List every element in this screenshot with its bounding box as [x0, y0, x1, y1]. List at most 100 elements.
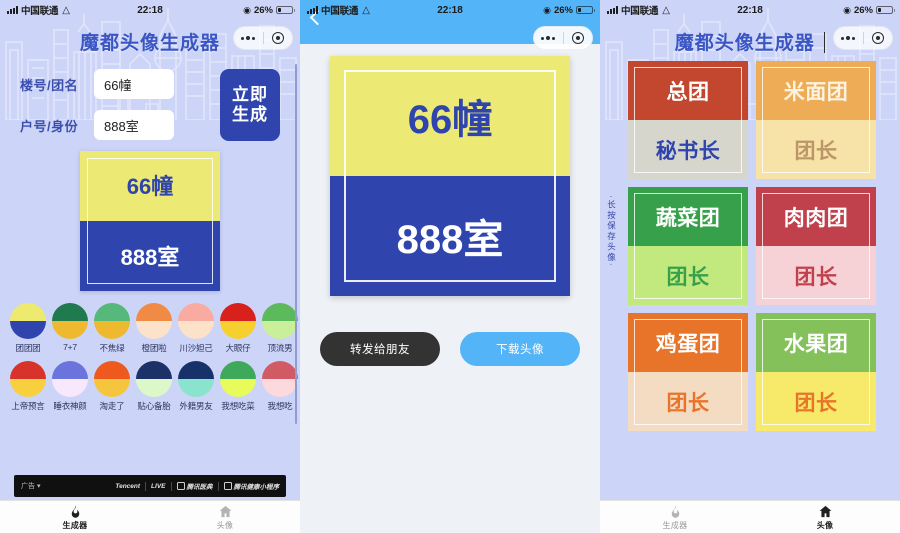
- tab-generator[interactable]: 生成器: [0, 501, 150, 533]
- color-swatch-circle: [220, 303, 256, 339]
- swatch-bottom-color: [52, 379, 88, 397]
- color-swatch[interactable]: 7+7: [52, 303, 88, 354]
- screenshot-root: 中国联通 △ 22:18 ◉ 26% 魔都头像生成器 楼号/团名 66幢 户号/…: [0, 0, 900, 533]
- preview-area: 66幢 888室: [0, 151, 300, 291]
- more-button[interactable]: [234, 36, 263, 40]
- vertical-scrollbar[interactable]: [294, 64, 297, 424]
- color-swatch-label: 贴心备胎: [137, 401, 171, 411]
- swatch-top-color: [262, 361, 298, 379]
- color-swatch[interactable]: 不焦绿: [94, 303, 130, 354]
- gallery-row: 蔬菜团 团长 肉肉团 团长: [628, 187, 886, 305]
- gallery-avatar-card[interactable]: 蔬菜团 团长: [628, 187, 748, 305]
- color-swatch-circle: [10, 303, 46, 339]
- gallery-avatar-card[interactable]: 水果团 团长: [756, 313, 876, 431]
- room-input[interactable]: 888室: [94, 110, 174, 140]
- generated-card-top-text: 66幢: [330, 56, 570, 176]
- battery-icon: [576, 5, 595, 15]
- color-swatch-label: 橙团啦: [141, 343, 167, 353]
- gallery-card-top-text: 总团: [628, 61, 748, 120]
- page-title-text: 魔都头像生成器: [674, 33, 815, 54]
- color-swatch[interactable]: 上帝预言: [10, 361, 46, 412]
- tab-avatars[interactable]: 头像: [750, 501, 900, 533]
- tab-avatars[interactable]: 头像: [150, 501, 300, 533]
- wechat-capsule[interactable]: [533, 26, 593, 50]
- color-swatch-label: 睡衣神颜: [53, 401, 87, 411]
- close-mini-program-button[interactable]: [264, 32, 293, 44]
- battery-icon: [876, 5, 895, 15]
- close-mini-program-button[interactable]: [864, 32, 893, 44]
- gallery-card-bottom-text: 秘书长: [628, 120, 748, 179]
- color-swatch-label: 川沙妲己: [179, 343, 213, 353]
- color-swatch-label: 不焦绿: [99, 343, 125, 353]
- target-circle-icon: [571, 32, 584, 44]
- status-bar: 中国联通 △ 22:18 ◉ 26%: [300, 0, 600, 20]
- generated-card-bottom-text: 888室: [330, 176, 570, 296]
- home-icon: [818, 504, 833, 519]
- swatch-bottom-color: [10, 379, 46, 397]
- wechat-capsule[interactable]: [233, 26, 293, 50]
- swatch-top-color: [178, 361, 214, 379]
- more-dots-icon: [541, 36, 556, 40]
- color-swatch[interactable]: 橙团啦: [136, 303, 172, 354]
- generated-avatar-card[interactable]: 66幢 888室: [330, 56, 570, 296]
- gallery-card-top-text: 肉肉团: [756, 187, 876, 246]
- clock-label: 22:18: [437, 4, 463, 16]
- title-caret: [823, 32, 826, 53]
- more-button[interactable]: [834, 36, 863, 40]
- color-swatch-label: 淘走了: [99, 401, 125, 411]
- clock-label: 22:18: [737, 4, 763, 16]
- close-mini-program-button[interactable]: [564, 32, 593, 44]
- color-swatch-label: 大眼仔: [225, 343, 251, 353]
- gallery-avatar-card[interactable]: 肉肉团 团长: [756, 187, 876, 305]
- color-swatch[interactable]: 我想吃菜: [220, 361, 256, 412]
- download-avatar-button[interactable]: 下载头像: [460, 332, 580, 366]
- avatar-preview-card[interactable]: 66幢 888室: [80, 151, 220, 291]
- tab-avatars-label: 头像: [816, 520, 834, 530]
- color-swatch-circle: [262, 303, 298, 339]
- ad-brand-live: LIVE: [151, 482, 166, 490]
- generate-button-line2: 生成: [232, 105, 268, 124]
- color-swatch[interactable]: 川沙妲己: [178, 303, 214, 354]
- color-swatch[interactable]: 团团团: [10, 303, 46, 354]
- color-swatch[interactable]: 我想吃: [262, 361, 298, 412]
- color-swatch[interactable]: 顶流男: [262, 303, 298, 354]
- swatch-top-color: [94, 303, 130, 321]
- swatch-bottom-color: [220, 379, 256, 397]
- color-swatch[interactable]: 淘走了: [94, 361, 130, 412]
- color-swatch-circle: [136, 303, 172, 339]
- more-button[interactable]: [534, 36, 563, 40]
- wechat-capsule[interactable]: [833, 26, 893, 50]
- status-bar: 中国联通 △ 22:18 ◉ 26%: [0, 0, 300, 20]
- color-swatch[interactable]: 外籍男友: [178, 361, 214, 412]
- ad-chip-health-label: 腾讯健康小程序: [233, 484, 280, 491]
- color-swatch-circle: [10, 361, 46, 397]
- color-swatch-label: 外籍男友: [179, 401, 213, 411]
- color-swatch-circle: [136, 361, 172, 397]
- ad-banner[interactable]: 广告 ▾ Tencent LIVE 腾讯医典 腾讯健康小程序: [14, 475, 286, 497]
- swatch-bottom-color: [136, 321, 172, 339]
- ad-separator-1: [145, 481, 147, 491]
- building-label: 楼号/团名: [20, 77, 79, 93]
- gallery-avatar-card[interactable]: 米面团 团长: [756, 61, 876, 179]
- color-swatch[interactable]: 睡衣神颜: [52, 361, 88, 412]
- gallery-card-bottom-text: 团长: [628, 246, 748, 305]
- swatch-bottom-color: [52, 321, 88, 339]
- result-body: 66幢 888室 转发给朋友 下载头像: [300, 56, 600, 366]
- book-icon: [176, 482, 185, 490]
- color-swatch[interactable]: 大眼仔: [220, 303, 256, 354]
- color-swatch-circle: [52, 361, 88, 397]
- share-to-friend-button[interactable]: 转发给朋友: [320, 332, 440, 366]
- gallery-avatar-card[interactable]: 鸡蛋团 团长: [628, 313, 748, 431]
- tab-bar: 生成器 头像: [0, 500, 300, 533]
- generate-button[interactable]: 立即 生成: [220, 69, 280, 141]
- swatch-top-color: [136, 303, 172, 321]
- gallery-avatar-card[interactable]: 总团 秘书长: [628, 61, 748, 179]
- color-swatch[interactable]: 贴心备胎: [136, 361, 172, 412]
- tab-generator-label: 生成器: [62, 520, 88, 530]
- swatch-bottom-color: [220, 321, 256, 339]
- gallery-screen: 中国联通 △ 22:18 ◉ 26% 魔都头像生成器 ·长按保存头像· 总团 秘书…: [600, 0, 900, 533]
- building-input[interactable]: 66幢: [94, 69, 174, 99]
- swatch-bottom-color: [262, 379, 298, 397]
- swatch-top-color: [10, 303, 46, 321]
- tab-generator[interactable]: 生成器: [600, 501, 750, 533]
